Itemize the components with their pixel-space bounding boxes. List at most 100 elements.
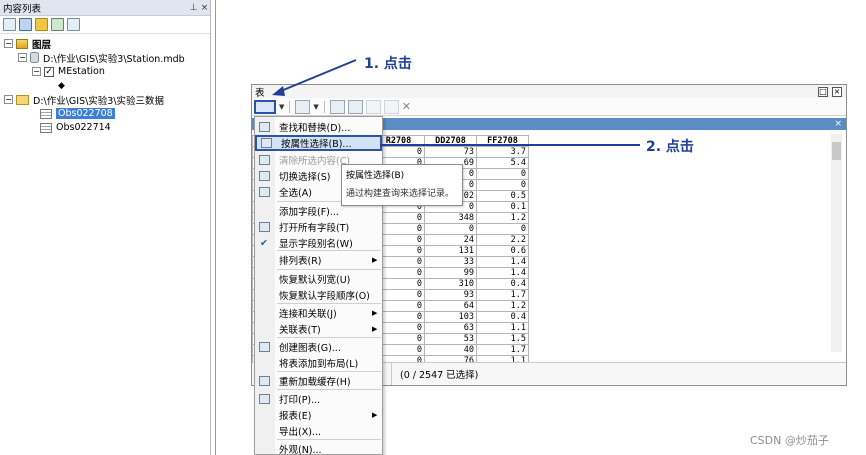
menu-item[interactable]: 按属性选择(B)... [255, 135, 382, 151]
table-cell[interactable]: 0.6 [476, 245, 529, 257]
list-by-drawing-order-icon[interactable] [3, 18, 16, 31]
tree-root[interactable]: − 图层 [4, 37, 52, 51]
close-button[interactable]: × [832, 86, 842, 97]
table-options-button[interactable] [254, 99, 276, 114]
menu-item[interactable]: 将表添加到布局(L) [255, 355, 382, 371]
select-all-icon [255, 184, 273, 200]
menu-item[interactable]: 导出(X)... [255, 423, 382, 439]
collapse-icon[interactable]: − [4, 39, 13, 48]
column-header[interactable]: FF2708 [476, 135, 529, 147]
menu-item[interactable]: 查找和替换(D)... [255, 119, 382, 135]
database-icon [30, 52, 39, 63]
table-cell[interactable]: 0.1 [476, 201, 529, 213]
tree-layer[interactable]: − ✓ MEstation [32, 65, 105, 78]
table-cell[interactable]: 33 [424, 256, 477, 268]
table-cell[interactable]: 0 [476, 179, 529, 191]
select-by-attributes-icon[interactable] [329, 99, 345, 114]
table-cell[interactable]: 64 [424, 300, 477, 312]
menu-item[interactable]: 恢复默认字段顺序(O) [255, 287, 382, 303]
layer-symbol: ◆ [58, 79, 65, 92]
menu-item[interactable]: ✔ 显示字段别名(W) [255, 235, 382, 251]
table-cell[interactable]: 1.4 [476, 256, 529, 268]
table-cell[interactable]: 348 [424, 212, 477, 224]
table-cell[interactable]: 1.7 [476, 289, 529, 301]
collapse-icon[interactable]: − [18, 53, 27, 62]
list-by-source-icon[interactable] [19, 18, 32, 31]
dropdown-caret-icon[interactable]: ▼ [279, 103, 284, 111]
table-cell[interactable]: 103 [424, 311, 477, 323]
tree-db[interactable]: − D:\作业\GIS\实验3\Station.mdb [18, 51, 185, 65]
table-cell[interactable]: 93 [424, 289, 477, 301]
tree-root-label: 图层 [32, 39, 52, 51]
menu-item[interactable]: 排列表(R) ▶ [255, 252, 382, 268]
visibility-checkbox[interactable]: ✓ [44, 66, 54, 77]
menu-item[interactable]: 打开所有字段(T) [255, 219, 382, 235]
toolbar-separator [323, 100, 325, 113]
table-cell[interactable]: 1.5 [476, 333, 529, 345]
tab-close-icon[interactable]: × [834, 119, 842, 129]
table-cell[interactable]: 99 [424, 267, 477, 279]
tree-table-item[interactable]: Obs022714 [40, 121, 111, 134]
menu-item-label: 重新加载缓存(H) [279, 377, 351, 388]
collapse-icon[interactable]: − [32, 67, 41, 76]
table-cell[interactable]: 0 [476, 223, 529, 235]
table-cell[interactable]: 2.2 [476, 234, 529, 246]
menu-item[interactable]: 恢复默认列宽(U) [255, 271, 382, 287]
list-by-visibility-icon[interactable] [35, 18, 48, 31]
menu-item[interactable]: 外观(N)... [255, 441, 382, 455]
table-cell[interactable]: 0.5 [476, 190, 529, 202]
vertical-scrollbar[interactable] [831, 134, 842, 352]
table-cell[interactable]: 1.4 [476, 267, 529, 279]
scrollbar-thumb[interactable] [832, 142, 841, 160]
table-cell[interactable]: 53 [424, 333, 477, 345]
table-cell[interactable]: 40 [424, 344, 477, 356]
delete-selected-icon[interactable]: ✕ [402, 100, 411, 113]
table-cell[interactable]: 73 [424, 146, 477, 158]
tooltip: 按属性选择(B) 通过构建查询来选择记录。 [341, 164, 463, 206]
options-icon[interactable] [67, 18, 80, 31]
table-cell[interactable]: 0.4 [476, 278, 529, 290]
pin-icon[interactable]: ⊥ [188, 3, 199, 13]
menu-item-icon-slot [255, 305, 273, 321]
table-cell[interactable]: 310 [424, 278, 477, 290]
menu-item[interactable]: 打印(P)... [255, 391, 382, 407]
related-tables-button[interactable] [295, 99, 311, 114]
table-cell[interactable]: 0.4 [476, 311, 529, 323]
copy-selection-icon[interactable] [383, 99, 399, 114]
table-icon [40, 122, 52, 133]
tree-folder[interactable]: − D:\作业\GIS\实验3\实验三数据 [4, 93, 164, 107]
table-cell[interactable]: 1.7 [476, 344, 529, 356]
tree-db-label: D:\作业\GIS\实验3\Station.mdb [43, 53, 185, 65]
menu-item-label: 将表添加到布局(L) [279, 359, 359, 370]
restore-button[interactable]: □ [818, 86, 828, 97]
print-icon [255, 391, 273, 407]
dropdown-caret-icon[interactable]: ▼ [313, 103, 318, 111]
column-header[interactable]: DD2708 [424, 135, 477, 147]
clear-selection-icon[interactable] [365, 99, 381, 114]
table-cell[interactable]: 131 [424, 245, 477, 257]
menu-item-label: 添加字段(F)... [279, 207, 339, 218]
table-cell[interactable]: 63 [424, 322, 477, 334]
menu-item[interactable]: 报表(E) ▶ [255, 407, 382, 423]
list-by-selection-icon[interactable] [51, 18, 64, 31]
menu-item[interactable]: 连接和关联(J) ▶ [255, 305, 382, 321]
table-cell[interactable]: 1.2 [476, 212, 529, 224]
table-cell[interactable]: 5.4 [476, 157, 529, 169]
close-icon[interactable]: × [199, 3, 210, 13]
table-toolbar: ▼ ▼ ✕ [252, 98, 846, 116]
table-cell[interactable]: 24 [424, 234, 477, 246]
tree-table-item[interactable]: Obs022708 [40, 107, 115, 120]
table-cell[interactable]: 0 [424, 223, 477, 235]
menu-item[interactable]: 重新加载缓存(H) [255, 373, 382, 389]
table-cell[interactable]: 0 [476, 168, 529, 180]
folder-icon [16, 94, 29, 105]
table-cell[interactable]: 1.2 [476, 300, 529, 312]
menu-item[interactable]: 创建图表(G)... [255, 339, 382, 355]
annotation-step-1: 1. 点击 [364, 56, 412, 72]
switch-selection-icon[interactable] [347, 99, 363, 114]
table-cell[interactable]: 3.7 [476, 146, 529, 158]
menu-item[interactable]: 关联表(T) ▶ [255, 321, 382, 337]
menu-item-icon-slot [255, 441, 273, 455]
table-cell[interactable]: 1.1 [476, 322, 529, 334]
collapse-icon[interactable]: − [4, 95, 13, 104]
